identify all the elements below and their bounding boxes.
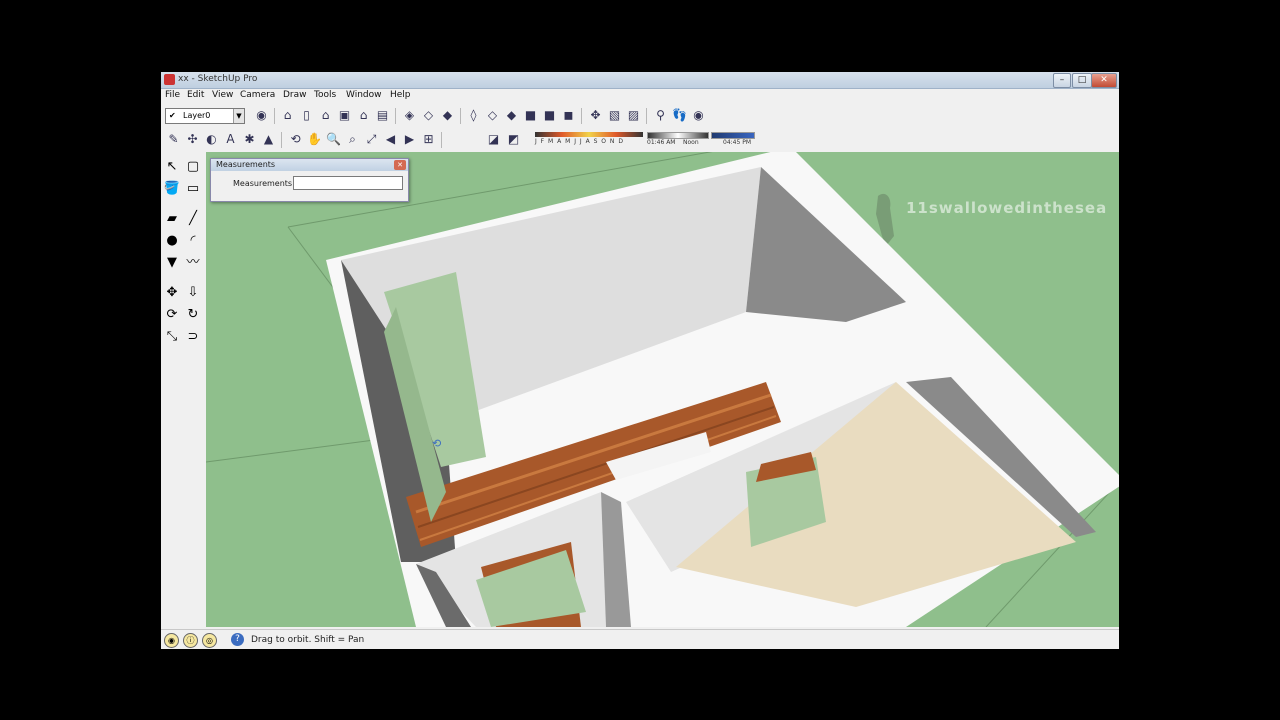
orbit-cursor: ⟲ — [432, 437, 441, 450]
shadow-time-value: 04:45 PM — [723, 139, 751, 146]
window-title: xx - SketchUp Pro — [178, 74, 258, 84]
chevron-down-icon[interactable]: ▼ — [233, 109, 244, 123]
menu-draw[interactable]: Draw — [283, 90, 307, 100]
section-plane-icon[interactable]: ✥ — [587, 107, 604, 124]
tool-palette: ↖ ▢ 🪣 ▭ ▰ ╱ ● ◜ ▼ 〰 ✥ ⇩ ⟳ ↻ ⤡ ⊃ — [161, 152, 206, 627]
components-icon[interactable]: ▢ — [184, 158, 202, 176]
3d-model-scene: ⟲ — [206, 152, 1119, 627]
noon-label: Noon — [683, 139, 699, 146]
menu-view[interactable]: View — [212, 90, 233, 100]
menu-window[interactable]: Window — [346, 90, 382, 100]
menu-tools[interactable]: Tools — [314, 90, 336, 100]
watermark-text: 11swallowedinthesea — [906, 199, 1108, 217]
layer-dropdown[interactable]: ✔ Layer0 ▼ — [165, 108, 245, 124]
look-around-icon[interactable]: ◉ — [690, 107, 707, 124]
user-icon[interactable]: ◎ — [202, 633, 217, 648]
offset-icon[interactable]: ⊃ — [184, 328, 202, 346]
shaded-icon[interactable]: ■ — [522, 107, 539, 124]
select-icon[interactable]: ↖ — [163, 158, 181, 176]
rotate-icon[interactable]: ⟳ — [163, 306, 181, 324]
front-view-icon[interactable]: ◆ — [439, 107, 456, 124]
window-component-icon[interactable]: ▤ — [374, 107, 391, 124]
app-icon — [164, 74, 175, 85]
paint-icon[interactable]: 🪣 — [163, 180, 181, 198]
menu-help[interactable]: Help — [390, 90, 411, 100]
home-icon[interactable]: ⌂ — [355, 107, 372, 124]
title-bar: xx - SketchUp Pro – □ ✕ — [161, 72, 1119, 89]
status-bar: ◉ ⓘ ◎ ? Drag to orbit. Shift = Pan — [161, 629, 1119, 649]
arc-icon[interactable]: ◜ — [184, 232, 202, 250]
rectangle-icon[interactable]: ▰ — [163, 210, 181, 228]
measurements-panel: Measurements ✕ Measurements — [210, 158, 409, 202]
model-viewport[interactable]: ⟲ 11swallowedinthesea Measurements ✕ Mea… — [206, 152, 1119, 627]
minimize-button[interactable]: – — [1053, 73, 1071, 88]
scale-icon[interactable]: ⤡ — [163, 328, 181, 346]
next-view-icon[interactable]: ▶ — [401, 131, 418, 148]
measurements-input[interactable] — [293, 176, 403, 190]
menu-edit[interactable]: Edit — [187, 90, 204, 100]
xray-icon[interactable]: ◊ — [465, 107, 482, 124]
month-labels: J F M A M J J A S O N D — [535, 138, 624, 145]
iso-view-icon[interactable]: ◈ — [401, 107, 418, 124]
door-component-icon[interactable]: ▯ — [298, 107, 315, 124]
close-icon[interactable]: ✕ — [394, 160, 406, 170]
layer-manager-icon[interactable]: ◉ — [253, 107, 270, 124]
measurements-label: Measurements — [233, 179, 293, 188]
top-view-icon[interactable]: ◇ — [420, 107, 437, 124]
close-button[interactable]: ✕ — [1091, 73, 1117, 88]
credits-icon[interactable]: ⓘ — [183, 633, 198, 648]
line-icon[interactable]: ╱ — [184, 210, 202, 228]
walk-icon[interactable]: 👣 — [671, 107, 688, 124]
pan-icon[interactable]: ✋ — [306, 131, 323, 148]
check-icon: ✔ — [169, 111, 176, 120]
toolbar-top: ✔ Layer0 ▼ ◉ ⌂ ▯ ⌂ ▣ ⌂ ▤ ◈ ◇ ◆ ◊ ◇ ◆ ■ ■… — [161, 105, 1119, 127]
shadow-month-slider[interactable]: J F M A M J J A S O N D — [535, 132, 643, 148]
section-fill-icon[interactable]: ▨ — [625, 107, 642, 124]
measurements-panel-title: Measurements — [211, 159, 408, 171]
tape-measure-icon[interactable]: ✎ — [165, 131, 182, 148]
zoom-icon[interactable]: 🔍 — [325, 131, 342, 148]
shadow-time-slider[interactable]: 01:46 AM Noon 04:45 PM — [647, 132, 755, 148]
circle-icon[interactable]: ● — [163, 232, 181, 250]
hidden-line-icon[interactable]: ◆ — [503, 107, 520, 124]
menu-file[interactable]: File — [165, 90, 180, 100]
orbit-icon[interactable]: ⟲ — [287, 131, 304, 148]
protractor-icon[interactable]: ◐ — [203, 131, 220, 148]
zoom-extents-icon[interactable]: ⤢ — [363, 131, 380, 148]
3d-text-icon[interactable]: ▲ — [260, 131, 277, 148]
shaded-texture-icon[interactable]: ■ — [541, 107, 558, 124]
shadow-date-value: 01:46 AM — [647, 139, 676, 146]
position-camera-icon[interactable]: ⚲ — [652, 107, 669, 124]
toolbar-bottom: ✎ ✣ ◐ A ✱ ▲ ⟲ ✋ 🔍 ⌕ ⤢ ◀ ▶ ⊞ ◪ ◩ J F M A … — [161, 129, 1119, 151]
layer-name: Layer0 — [183, 111, 211, 120]
menu-bar: File Edit View Camera Draw Tools Window … — [161, 89, 1119, 103]
save-icon[interactable]: ▣ — [336, 107, 353, 124]
axes-icon[interactable]: ✱ — [241, 131, 258, 148]
shadow-toggle-icon[interactable]: ◩ — [505, 131, 522, 148]
polygon-icon[interactable]: ▼ — [163, 254, 181, 272]
monochrome-icon[interactable]: ◼ — [560, 107, 577, 124]
menu-camera[interactable]: Camera — [240, 90, 275, 100]
section-cut-icon[interactable]: ▧ — [606, 107, 623, 124]
eraser-icon[interactable]: ▭ — [184, 180, 202, 198]
zoom-window-icon[interactable]: ⌕ — [344, 131, 361, 148]
wireframe-icon[interactable]: ◇ — [484, 107, 501, 124]
house-icon[interactable]: ⌂ — [317, 107, 334, 124]
follow-me-icon[interactable]: ↻ — [184, 306, 202, 324]
dimension-icon[interactable]: ✣ — [184, 131, 201, 148]
shadow-settings-icon[interactable]: ◪ — [485, 131, 502, 148]
warehouse-icon[interactable]: ⌂ — [279, 107, 296, 124]
freehand-icon[interactable]: 〰 — [184, 254, 202, 272]
text-icon[interactable]: A — [222, 131, 239, 148]
help-icon[interactable]: ? — [231, 633, 244, 646]
maximize-button[interactable]: □ — [1072, 73, 1092, 88]
geo-location-icon[interactable]: ◉ — [164, 633, 179, 648]
sketchup-window: xx - SketchUp Pro – □ ✕ File Edit View C… — [161, 72, 1119, 649]
previous-view-icon[interactable]: ◀ — [382, 131, 399, 148]
push-pull-icon[interactable]: ⇩ — [184, 284, 202, 302]
move-icon[interactable]: ✥ — [163, 284, 181, 302]
status-text: Drag to orbit. Shift = Pan — [251, 635, 365, 645]
standard-views-icon[interactable]: ⊞ — [420, 131, 437, 148]
